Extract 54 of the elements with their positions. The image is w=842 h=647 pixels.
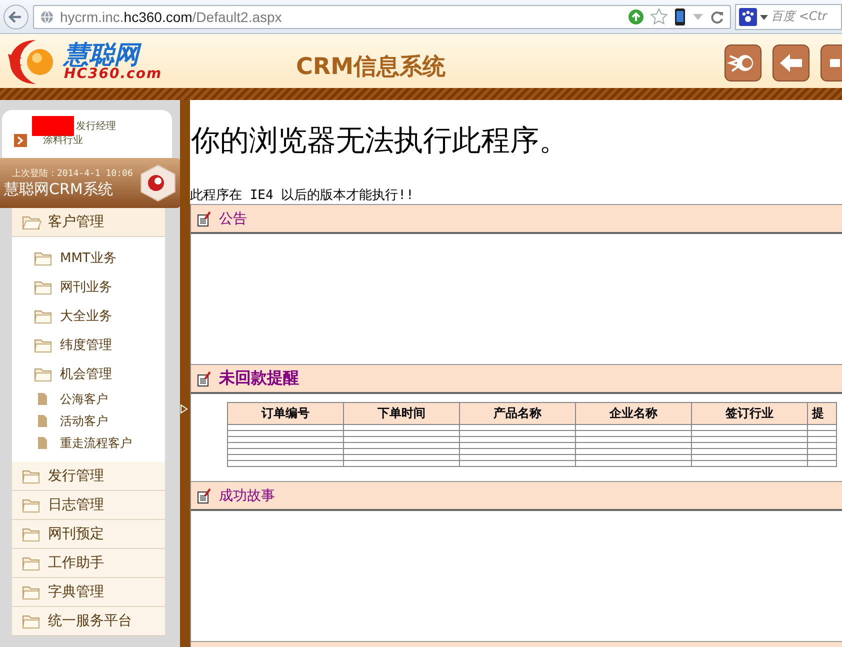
note-icon: [197, 370, 211, 386]
submenu-item[interactable]: 公海客户: [12, 388, 165, 410]
column-header: 提: [808, 402, 836, 424]
cube-icon: [138, 163, 178, 203]
menu-item[interactable]: 字典管理: [12, 578, 165, 607]
submenu-item[interactable]: 大全业务: [12, 301, 165, 330]
submenu-item[interactable]: 重走流程客户: [12, 432, 165, 454]
redaction-block: [32, 116, 74, 136]
submenu-item[interactable]: 活动客户: [12, 410, 165, 432]
menu-item[interactable]: 日志管理: [12, 491, 165, 520]
error-message: 此程序在 IE4 以后的版本才能执行!!: [190, 187, 415, 204]
dropdown-icon[interactable]: [760, 12, 768, 20]
address-bar[interactable]: hycrm.inc.hc360.com/Default2.aspx: [33, 4, 731, 28]
system-title: CRM信息系统: [296, 52, 446, 82]
page-icon: [37, 392, 48, 406]
menu-item[interactable]: 客户管理: [12, 208, 165, 237]
page-icon: [37, 414, 48, 428]
swirl-icon[interactable]: [724, 44, 762, 82]
go-icon[interactable]: [628, 8, 644, 24]
menu-item[interactable]: 网刊预定: [12, 520, 165, 549]
section-title: 公告: [219, 210, 247, 228]
column-header: 下单时间: [344, 402, 460, 424]
phone-icon[interactable]: [674, 8, 686, 26]
column-header: 产品名称: [460, 402, 576, 424]
section-title: 未回款提醒: [219, 368, 299, 389]
column-header: 订单编号: [228, 402, 344, 424]
collapse-arrow-icon[interactable]: [180, 404, 188, 414]
section-title: 成功故事: [219, 486, 275, 504]
logo-name: 慧聪网: [64, 42, 162, 66]
user-role: 发行经理: [76, 120, 116, 133]
column-header: 企业名称: [576, 402, 692, 424]
submenu-item[interactable]: 网刊业务: [12, 272, 165, 301]
menu-item[interactable]: 工作助手: [12, 549, 165, 578]
url-text: hycrm.inc.hc360.com/Default2.aspx: [60, 8, 282, 24]
system-name: 慧聪网CRM系统: [4, 180, 114, 199]
submenu-item[interactable]: MMT业务: [12, 243, 165, 272]
back-icon[interactable]: [3, 4, 29, 30]
error-heading: 你的浏览器无法执行此程序。: [191, 122, 569, 159]
logo-domain: HC360.com: [64, 66, 162, 80]
user-industry: 涂料行业: [43, 134, 83, 147]
submenu-item[interactable]: 纬度管理: [12, 330, 165, 359]
star-icon[interactable]: [650, 8, 668, 26]
menu-item[interactable]: 统一服务平台: [12, 607, 165, 636]
submenu-item[interactable]: 机会管理: [12, 359, 165, 388]
last-login-text: 上次登陆：2014-4-1 10:06: [11, 168, 133, 180]
globe-icon: [40, 10, 54, 24]
search-field[interactable]: 百度 <Ctr: [735, 4, 842, 30]
page-icon: [37, 436, 48, 450]
reload-icon[interactable]: [710, 10, 724, 24]
note-icon: [197, 488, 211, 504]
menu-item[interactable]: 发行管理: [12, 462, 165, 491]
column-header: 签订行业: [692, 402, 808, 424]
paw-icon[interactable]: [739, 8, 757, 26]
note-icon: [197, 210, 211, 226]
